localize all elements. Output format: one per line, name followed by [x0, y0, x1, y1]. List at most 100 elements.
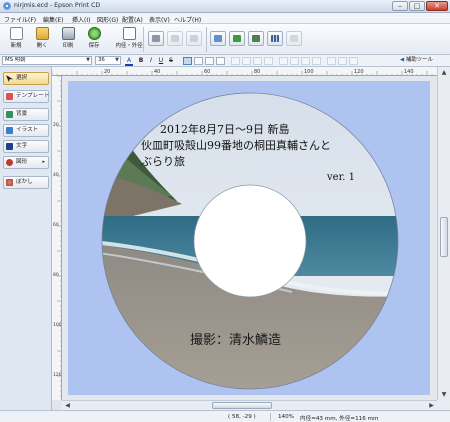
- new-button[interactable]: 新規: [4, 25, 28, 54]
- sidebar-item-background[interactable]: 背景: [3, 108, 49, 121]
- sidebar-item-blur[interactable]: ぼかし: [3, 176, 49, 189]
- maximize-button[interactable]: □: [409, 1, 425, 11]
- new-label: 新規: [10, 43, 22, 49]
- title-bar: nirjmis.ecd - Epson Print CD – □ ✕: [0, 0, 450, 13]
- menu-view[interactable]: 表示(V): [149, 15, 170, 24]
- menu-file[interactable]: ファイル(F): [4, 15, 36, 24]
- cut-icon: [152, 35, 160, 42]
- italic-button[interactable]: I: [147, 57, 155, 65]
- grid-icon: [271, 35, 279, 42]
- select-image-button[interactable]: [210, 31, 226, 46]
- bold-button[interactable]: B: [137, 57, 145, 65]
- horizontal-scrollbar[interactable]: ◀ ▶: [62, 400, 437, 410]
- font-size-select[interactable]: 36 ▼: [95, 56, 121, 65]
- window-title: nirjmis.ecd - Epson Print CD: [14, 2, 101, 9]
- rotate-left-button[interactable]: [279, 57, 288, 65]
- sidebar-item-label: イラスト: [16, 127, 39, 133]
- menu-edit[interactable]: 編集(E): [43, 15, 63, 24]
- ungroup-button[interactable]: [264, 57, 273, 65]
- ruler-vertical: 20 40 60 80 100 120: [52, 76, 62, 400]
- same-size-button[interactable]: [349, 57, 358, 65]
- disc-title-line3[interactable]: ぶらり旅: [141, 154, 185, 168]
- scroll-left-icon[interactable]: ◀: [62, 401, 73, 410]
- cursor-arrow-icon: [6, 75, 13, 82]
- diameter-button[interactable]: 内径・外径: [112, 25, 146, 54]
- menu-arrange[interactable]: 配置(A): [122, 15, 143, 24]
- disc-title-line2[interactable]: 伙皿町吸殻山99番地の桐田真輔さんと: [141, 138, 331, 152]
- distribute-button[interactable]: [338, 57, 347, 65]
- cd-label-design[interactable]: 2012年8月7日～9日 新島 伙皿町吸殻山99番地の桐田真輔さんと ぶらり旅 …: [62, 76, 437, 400]
- menu-shape[interactable]: 図形(G): [97, 15, 118, 24]
- grid-button[interactable]: [267, 31, 283, 46]
- cursor-coordinates: ( 58, -29 ): [228, 414, 256, 420]
- sidebar-item-label: 文字: [16, 143, 28, 149]
- align-center-button[interactable]: [194, 57, 203, 65]
- minimize-button[interactable]: –: [392, 1, 408, 11]
- underline-button[interactable]: U: [157, 57, 165, 65]
- add-image-button[interactable]: [229, 31, 245, 46]
- sidebar-item-template[interactable]: テンプレート: [3, 90, 49, 103]
- print-label: 印刷: [62, 43, 74, 49]
- sidebar-item-text[interactable]: 文字: [3, 140, 49, 153]
- back-button[interactable]: [242, 57, 251, 65]
- print-button[interactable]: 印刷: [56, 25, 80, 54]
- redo-button[interactable]: [186, 31, 202, 46]
- design-canvas[interactable]: 2012年8月7日～9日 新島 伙皿町吸殻山99番地の桐田真輔さんと ぶらり旅 …: [62, 76, 437, 400]
- diameter-settings-icon: [122, 27, 136, 40]
- ruler-label: 120: [354, 69, 364, 75]
- main-toolbar: 新規 開く 印刷 保存 内径・外径: [0, 24, 450, 55]
- replace-image-button[interactable]: [248, 31, 264, 46]
- group-button[interactable]: [253, 57, 262, 65]
- scroll-thumb[interactable]: [212, 402, 272, 409]
- scroll-up-icon[interactable]: ▲: [438, 67, 450, 78]
- chevron-left-icon: ◀: [400, 57, 405, 63]
- close-button[interactable]: ✕: [426, 1, 448, 11]
- font-select[interactable]: MS 明朝 ▼: [2, 56, 92, 65]
- scroll-thumb[interactable]: [440, 217, 448, 257]
- shape-icon: [6, 159, 13, 166]
- text-arc-button[interactable]: [216, 57, 225, 65]
- save-button[interactable]: 保存: [82, 25, 106, 54]
- sidebar-item-label: 図形: [16, 159, 28, 165]
- scroll-down-icon[interactable]: ▼: [438, 389, 450, 400]
- align-left-button[interactable]: [183, 57, 192, 65]
- flip-h-button[interactable]: [301, 57, 310, 65]
- menu-help[interactable]: ヘルプ(H): [174, 15, 201, 24]
- image-frame-icon: [214, 35, 222, 42]
- ruler-label: 40: [154, 69, 160, 75]
- undo-icon: [171, 35, 179, 42]
- layout-icon: [290, 35, 298, 42]
- save-label: 保存: [88, 43, 100, 49]
- tool-sidebar: 選択 テンプレート 背景 イラスト 文字 図形 ▸ ぼかし: [0, 67, 52, 410]
- open-button[interactable]: 開く: [30, 25, 54, 54]
- sidebar-item-shape[interactable]: 図形 ▸: [3, 156, 49, 169]
- menu-bar: ファイル(F) 編集(E) 挿入(I) 図形(G) 配置(A) 表示(V) ヘル…: [0, 13, 450, 24]
- disc-version[interactable]: ver. 1: [326, 172, 355, 183]
- layout-button[interactable]: [286, 31, 302, 46]
- sidebar-item-label: テンプレート: [16, 93, 50, 99]
- sidebar-item-select[interactable]: 選択: [3, 72, 49, 85]
- flip-v-button[interactable]: [312, 57, 321, 65]
- sidebar-item-label: 背景: [16, 111, 28, 117]
- front-button[interactable]: [231, 57, 240, 65]
- undo-button[interactable]: [167, 31, 183, 46]
- vertical-scrollbar[interactable]: ▲ ▼: [437, 67, 450, 400]
- template-icon: [6, 93, 13, 100]
- save-arrow-icon: [87, 27, 101, 40]
- helper-tools-toggle[interactable]: ◀ 補助ツール: [400, 56, 448, 65]
- rotate-right-button[interactable]: [290, 57, 299, 65]
- zoom-level: 140%: [278, 414, 294, 420]
- disc-title-line1[interactable]: 2012年8月7日～9日 新島: [160, 122, 290, 136]
- scroll-right-icon[interactable]: ▶: [426, 401, 437, 410]
- toolbar-divider: [143, 27, 144, 52]
- strike-button[interactable]: S: [167, 57, 175, 65]
- illustration-icon: [6, 127, 13, 134]
- align-objects-button[interactable]: [327, 57, 336, 65]
- cut-button[interactable]: [148, 31, 164, 46]
- sidebar-item-illustration[interactable]: イラスト: [3, 124, 49, 137]
- disc-credit[interactable]: 撮影：清水鱗造: [190, 332, 281, 348]
- menu-insert[interactable]: 挿入(I): [72, 15, 90, 24]
- sidebar-item-label: 選択: [16, 75, 28, 81]
- font-color-button[interactable]: A: [125, 57, 133, 66]
- align-right-button[interactable]: [205, 57, 214, 65]
